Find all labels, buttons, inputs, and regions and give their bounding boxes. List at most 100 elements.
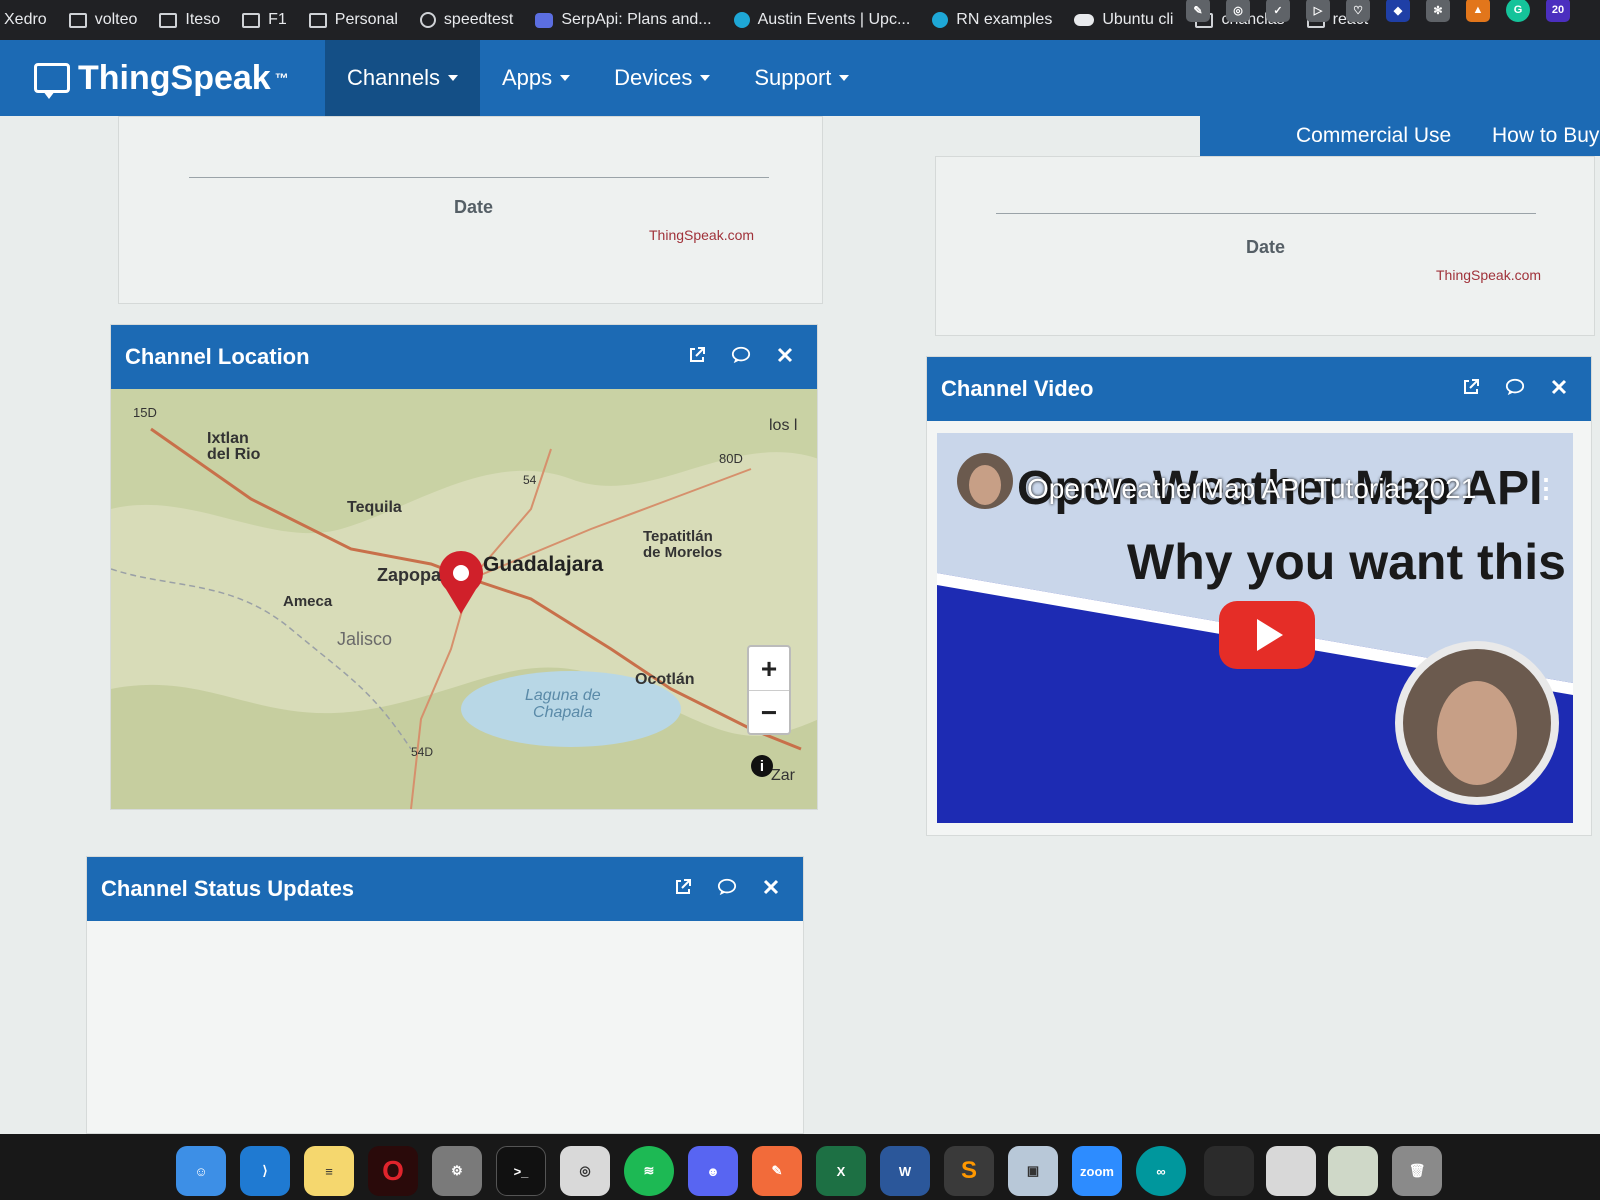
nav-label: Devices [614, 65, 693, 90]
shield-check-icon[interactable]: ✓ [1266, 0, 1290, 22]
map-label: Laguna de Chapala [525, 687, 601, 721]
vscode-icon[interactable]: ⟩ [240, 1146, 290, 1196]
chart-credit-link[interactable]: ThingSpeak.com [649, 227, 754, 243]
external-link-icon[interactable] [687, 345, 707, 365]
widget-tools [687, 345, 795, 365]
map-label: Ocotlán [635, 671, 695, 688]
map-label: Ameca [283, 593, 333, 610]
widget-header: Channel Video [927, 357, 1591, 421]
brand-name: ThingSpeak [78, 58, 271, 97]
heart-icon[interactable]: ♡ [1346, 0, 1370, 22]
nav-label: Channels [347, 65, 440, 90]
badge-count: 20 [1551, 4, 1565, 16]
bookmark-xedro[interactable]: Xedro [4, 11, 47, 29]
extension-icons: ✎ ◎ ✓ ▷ ♡ ◆ ✻ ▲ G 20 [1186, 0, 1570, 22]
location-map[interactable]: 15D Ixtlan del Rio Tequila 54 80D Tepati… [111, 389, 817, 809]
close-icon[interactable] [761, 877, 781, 897]
bitwarden-icon[interactable]: ◆ [1386, 0, 1410, 22]
widget-header: Channel Location [111, 325, 817, 389]
widget-title: Channel Video [941, 376, 1094, 401]
chart-x-label: Date [1246, 237, 1286, 257]
metamask-icon[interactable]: ▲ [1466, 0, 1490, 22]
channel-status-widget: Channel Status Updates [86, 856, 804, 1134]
external-link-icon[interactable] [673, 877, 693, 897]
send-icon[interactable]: ▷ [1306, 0, 1330, 22]
widget-title: Channel Status Updates [101, 876, 355, 901]
gear-icon[interactable]: ✻ [1426, 0, 1450, 22]
main-navbar: ThingSpeak ™ Channels Apps Devices Suppor… [0, 40, 1600, 116]
bookmark-label: SerpApi: Plans and... [561, 11, 712, 28]
bookmark-f1[interactable]: F1 [242, 11, 287, 29]
zoom-icon[interactable]: zoom [1072, 1146, 1122, 1196]
channel-video-widget: Channel Video Open Weather Map API OpenW… [926, 356, 1592, 836]
caret-down-icon [447, 75, 458, 81]
close-icon[interactable] [775, 345, 795, 365]
chart-credit-link[interactable]: ThingSpeak.com [1436, 267, 1541, 283]
widget-header: Channel Status Updates [87, 857, 803, 921]
zoom-out-button[interactable]: − [749, 691, 789, 735]
terminal-icon[interactable]: >_ [496, 1146, 546, 1196]
arduino-icon[interactable]: ∞ [1136, 1146, 1186, 1196]
window-thumbnail-icon[interactable] [1328, 1146, 1378, 1196]
caret-down-icon [560, 75, 571, 81]
bookmark-iteso[interactable]: Iteso [159, 11, 220, 29]
bookmark-label: Austin Events | Upc... [757, 11, 911, 28]
info-icon[interactable]: i [751, 755, 773, 777]
camera-icon[interactable]: ◎ [1226, 0, 1250, 22]
youtube-embed[interactable]: Open Weather Map API OpenWeatherMap API … [937, 433, 1573, 823]
bookmark-austin-events[interactable]: Austin Events | Upc... [733, 11, 911, 29]
window-thumbnail-icon[interactable] [1204, 1146, 1254, 1196]
commercial-use-link[interactable]: Commercial Use [1296, 124, 1451, 148]
notes-icon[interactable]: ≡ [304, 1146, 354, 1196]
discord-icon[interactable]: ☻ [688, 1146, 738, 1196]
navbar-secondary: Commercial Use How to Buy [1200, 116, 1600, 156]
comment-icon[interactable] [717, 877, 737, 897]
bookmark-label: Xedro [4, 11, 47, 28]
widget-tools [673, 877, 781, 897]
field-chart-right: Date ThingSpeak.com [935, 156, 1595, 336]
nav-devices[interactable]: Devices [592, 40, 732, 116]
play-button[interactable] [1219, 601, 1315, 669]
bookmark-label: speedtest [443, 11, 514, 28]
sublime-icon[interactable]: S [944, 1146, 994, 1196]
more-options-icon[interactable]: ⋮ [1533, 475, 1559, 501]
chart-x-axis [996, 213, 1536, 214]
bookmark-volteo[interactable]: volteo [68, 11, 137, 29]
trash-icon[interactable]: 🗑 [1392, 1146, 1442, 1196]
preview-icon[interactable]: ▣ [1008, 1146, 1058, 1196]
notification-badge[interactable]: 20 [1546, 0, 1570, 22]
bookmark-serpapi[interactable]: SerpApi: Plans and... [535, 11, 712, 29]
opera-icon[interactable]: O [368, 1146, 418, 1196]
comment-icon[interactable] [1505, 377, 1525, 397]
serpapi-icon [535, 12, 554, 28]
caret-down-icon [839, 75, 850, 81]
nav-support[interactable]: Support [732, 40, 871, 116]
edit-icon[interactable]: ✎ [1186, 0, 1210, 22]
bookmark-personal[interactable]: Personal [308, 11, 398, 29]
comment-icon[interactable] [731, 345, 751, 365]
external-link-icon[interactable] [1461, 377, 1481, 397]
screenshot-icon[interactable]: ◎ [560, 1146, 610, 1196]
chart-x-label: Date [454, 197, 494, 217]
window-thumbnail-icon[interactable] [1266, 1146, 1316, 1196]
channel-location-widget: Channel Location 15D Ixtlan del Rio Tequ… [110, 324, 818, 810]
bookmark-speedtest[interactable]: speedtest [419, 11, 514, 29]
close-icon[interactable] [1549, 377, 1569, 397]
grammarly-icon[interactable]: G [1506, 0, 1530, 22]
nav-apps[interactable]: Apps [480, 40, 592, 116]
nav-channels[interactable]: Channels [325, 40, 480, 116]
thingspeak-logo[interactable]: ThingSpeak ™ [0, 40, 325, 116]
zoom-in-button[interactable]: + [749, 647, 789, 691]
bookmark-ubuntu-cli[interactable]: Ubuntu cli [1074, 11, 1173, 29]
bookmark-rn-examples[interactable]: RN examples [932, 11, 1052, 29]
sketch-pen-icon[interactable]: ✎ [752, 1146, 802, 1196]
widget-tools [1461, 377, 1569, 397]
spotify-icon[interactable]: ≋ [624, 1146, 674, 1196]
system-settings-icon[interactable]: ⚙ [432, 1146, 482, 1196]
map-label: los l [769, 417, 798, 434]
video-title[interactable]: OpenWeatherMap API Tutorial 2021 [1027, 473, 1476, 505]
finder-icon[interactable]: ☺ [176, 1146, 226, 1196]
word-icon[interactable]: W [880, 1146, 930, 1196]
how-to-buy-link[interactable]: How to Buy [1492, 124, 1599, 148]
excel-icon[interactable]: X [816, 1146, 866, 1196]
